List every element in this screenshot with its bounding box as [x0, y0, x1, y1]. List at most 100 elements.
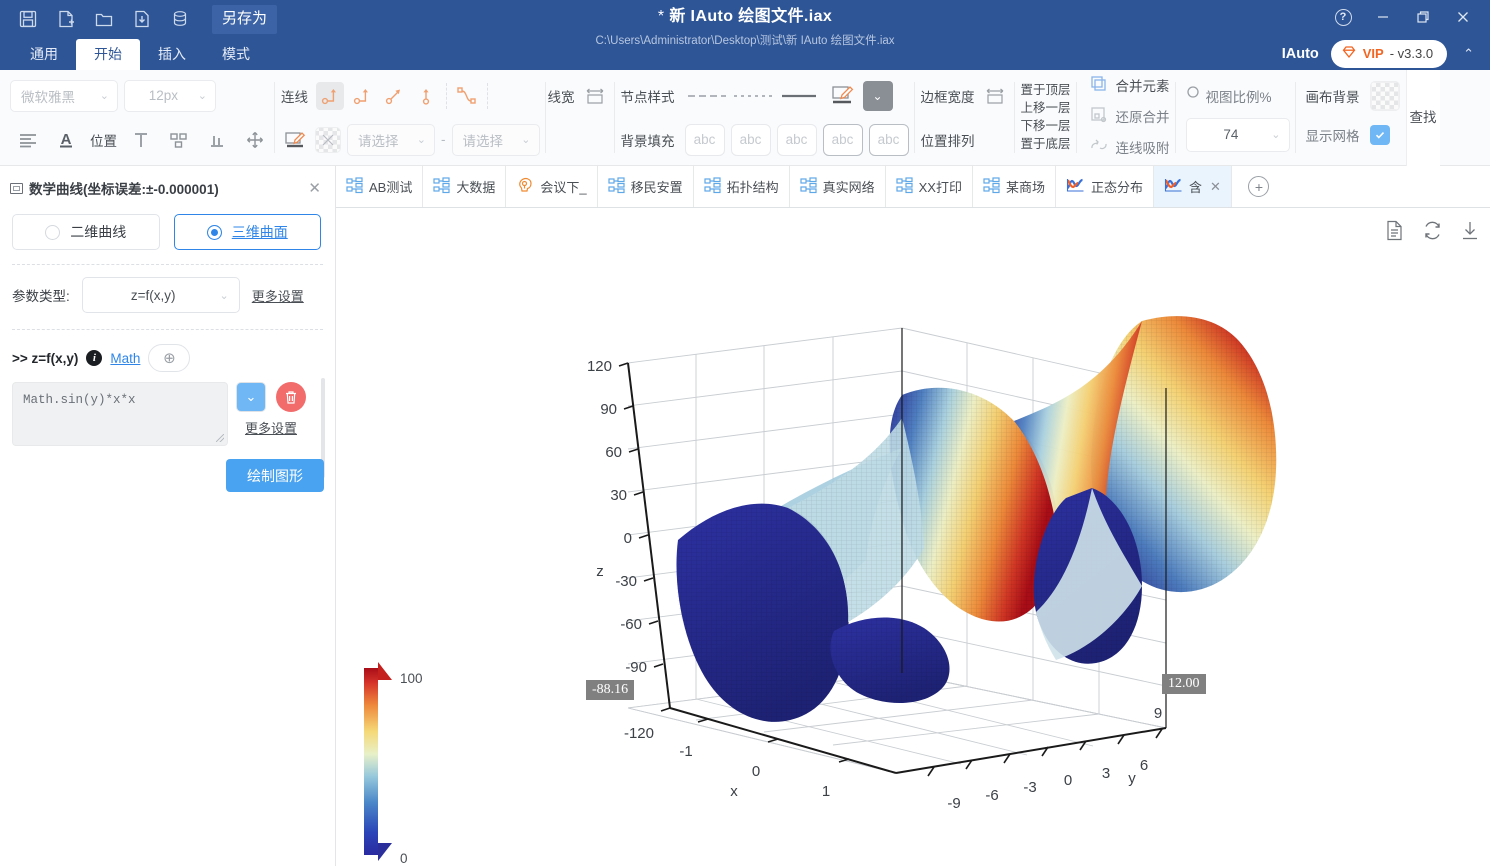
- layer-move-up[interactable]: 上移一层: [1021, 100, 1071, 117]
- ribbon-group-canvas: 画布背景 显示网格: [1296, 70, 1406, 165]
- plus-icon: +: [1248, 176, 1269, 197]
- bg-swatch-4[interactable]: abc: [823, 124, 863, 156]
- align-top-icon[interactable]: [127, 126, 155, 154]
- y-axis-label: y: [1128, 770, 1136, 787]
- tab-mall[interactable]: 某商场: [973, 166, 1056, 207]
- function-header-row: >> z=f(x,y) i Math ⊕: [0, 330, 335, 372]
- unmerge-label: 还原合并: [1116, 109, 1170, 126]
- unmerge-button[interactable]: 还原合并: [1089, 105, 1170, 130]
- mode-3d-surface[interactable]: 三维曲面: [174, 214, 322, 250]
- ribbon-tab-insert[interactable]: 插入: [140, 39, 204, 70]
- plot-canvas[interactable]: 100 0: [336, 208, 1490, 866]
- bg-swatch-3[interactable]: abc: [777, 124, 817, 156]
- new-file-icon[interactable]: [52, 5, 80, 33]
- connector-elbow-up-icon[interactable]: [316, 82, 344, 110]
- font-color-icon[interactable]: A: [52, 126, 80, 154]
- app-window: 另存为 * 新 IAuto 绘图文件.iax C:\Users\Administ…: [0, 0, 1490, 866]
- line-width-stepper-icon[interactable]: [581, 82, 609, 110]
- font-size-select[interactable]: 12px ⌄: [124, 80, 216, 112]
- math-link[interactable]: Math: [110, 351, 140, 366]
- tab-topology[interactable]: 拓扑结构: [694, 166, 790, 207]
- node-style-dropdown-button[interactable]: ⌄: [863, 81, 893, 111]
- tab-normal-distribution[interactable]: 正态分布: [1056, 166, 1154, 207]
- snap-connector-button[interactable]: 连线吸附: [1089, 136, 1170, 161]
- align-bottom-icon[interactable]: [203, 126, 231, 154]
- collapse-ribbon-icon[interactable]: ⌃: [1459, 46, 1478, 62]
- bg-swatch-1[interactable]: abc: [685, 124, 725, 156]
- info-icon[interactable]: i: [86, 350, 102, 366]
- bg-swatch-2[interactable]: abc: [731, 124, 771, 156]
- border-width-stepper-icon[interactable]: [981, 82, 1009, 110]
- position-label[interactable]: 位置: [90, 130, 117, 150]
- minimize-button[interactable]: [1366, 2, 1400, 32]
- help-button[interactable]: ?: [1326, 2, 1360, 32]
- draw-chart-button[interactable]: 绘制图形: [226, 459, 324, 492]
- show-grid-checkbox[interactable]: [1370, 125, 1390, 145]
- border-width-label: 边框宽度: [921, 86, 975, 106]
- node-style-dotted-icon[interactable]: [731, 92, 775, 100]
- tab-migration[interactable]: 移民安置: [598, 166, 694, 207]
- bg-swatch-5[interactable]: abc: [869, 124, 909, 156]
- layer-move-down[interactable]: 下移一层: [1021, 118, 1071, 135]
- more-settings-link-2[interactable]: 更多设置: [245, 418, 297, 437]
- save-as-button[interactable]: 另存为: [212, 5, 277, 34]
- line-style-select-2[interactable]: 请选择 ⌄: [452, 124, 540, 156]
- tab-big-data[interactable]: 大数据: [423, 166, 506, 207]
- layer-bring-to-front[interactable]: 置于顶层: [1021, 82, 1071, 99]
- param-type-select[interactable]: z=f(x,y) ⌄: [82, 277, 240, 313]
- more-settings-link-1[interactable]: 更多设置: [252, 286, 304, 305]
- chevron-down-icon: ⌄: [872, 89, 882, 103]
- chart-icon: [1164, 177, 1183, 197]
- tab-real-network[interactable]: 真实网络: [790, 166, 886, 207]
- font-size-value: 12px: [149, 88, 178, 103]
- move-icon[interactable]: [241, 126, 269, 154]
- connector-straight-icon[interactable]: [412, 82, 440, 110]
- diagram-icon: [704, 177, 721, 197]
- tab-ab-test[interactable]: AB测试: [336, 166, 423, 207]
- save-icon[interactable]: [14, 5, 42, 33]
- restore-button[interactable]: [1406, 2, 1440, 32]
- connector-curve-icon[interactable]: [453, 82, 481, 110]
- range-separator: -: [441, 132, 446, 147]
- vip-badge[interactable]: VIP - v3.3.0: [1331, 40, 1447, 68]
- ribbon-toolbar: 微软雅黑 ⌄ 12px ⌄ A 位置: [0, 70, 1490, 166]
- z-axis-label: z: [596, 563, 604, 580]
- tab-xx-print[interactable]: XX打印: [886, 166, 973, 207]
- tab-close-icon[interactable]: ✕: [1210, 179, 1221, 195]
- node-style-dashed-icon[interactable]: [685, 92, 729, 100]
- canvas-bg-swatch[interactable]: [1370, 81, 1400, 111]
- close-button[interactable]: [1446, 2, 1480, 32]
- add-function-button[interactable]: ⊕: [148, 344, 190, 372]
- align-left-icon[interactable]: [14, 126, 42, 154]
- x-tick-2: 1: [822, 783, 830, 800]
- expression-input[interactable]: Math.sin(y)*x*x: [12, 382, 228, 446]
- tab-meeting[interactable]: 会议下_: [506, 166, 597, 207]
- database-icon[interactable]: [166, 5, 194, 33]
- pen-color-icon[interactable]: [829, 82, 857, 110]
- connector-diagonal-icon[interactable]: [380, 82, 408, 110]
- tab-active-chart[interactable]: 含 ✕: [1154, 166, 1232, 207]
- expression-delete-button[interactable]: [276, 382, 306, 412]
- distribute-icon[interactable]: [165, 126, 193, 154]
- connector-elbow-icon[interactable]: [348, 82, 376, 110]
- ribbon-tab-start[interactable]: 开始: [76, 39, 140, 70]
- mode-2d-curve[interactable]: 二维曲线: [12, 214, 160, 250]
- expression-expand-button[interactable]: ⌄: [236, 382, 266, 412]
- export-icon[interactable]: [128, 5, 156, 33]
- merge-elements-button[interactable]: 合并元素: [1089, 74, 1170, 99]
- node-style-solid-icon[interactable]: [777, 92, 821, 100]
- font-family-select[interactable]: 微软雅黑 ⌄: [10, 80, 118, 112]
- tooltip-z-value: -88.16: [586, 680, 634, 700]
- ribbon-tab-general[interactable]: 通用: [12, 39, 76, 70]
- line-style-icon[interactable]: [281, 126, 309, 154]
- layer-send-to-back[interactable]: 置于底层: [1021, 136, 1071, 153]
- panel-close-button[interactable]: ✕: [308, 179, 321, 197]
- fill-none-icon[interactable]: [315, 127, 341, 153]
- add-tab-button[interactable]: +: [1232, 166, 1286, 207]
- open-folder-icon[interactable]: [90, 5, 118, 33]
- ribbon-tab-mode[interactable]: 模式: [204, 39, 268, 70]
- surface-plot[interactable]: 120 90 60 30 0 -30 -60 -90 -120 z: [336, 208, 1490, 866]
- line-style-select-1[interactable]: 请选择 ⌄: [347, 124, 435, 156]
- view-ratio-select[interactable]: 74 ⌄: [1186, 118, 1290, 152]
- find-button[interactable]: 查找: [1406, 70, 1440, 166]
